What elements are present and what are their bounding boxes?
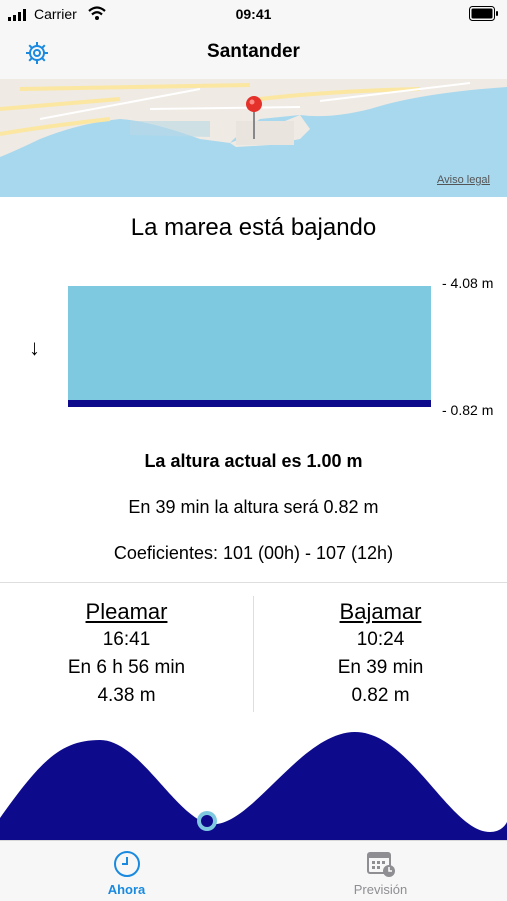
calendar-icon	[366, 852, 395, 877]
tab-ahora-label: Ahora	[107, 882, 146, 897]
tab-ahora[interactable]: Ahora	[0, 850, 253, 897]
page-title: Santander	[207, 41, 300, 62]
max-height-label: - 4.08 m	[442, 275, 494, 291]
tide-wave	[0, 732, 507, 840]
pleamar-remaining: En 6 h 56 min	[67, 657, 186, 678]
bajamar-time: 10:24	[356, 629, 405, 650]
divider	[0, 582, 507, 583]
tab-prevision[interactable]: Previsión	[254, 850, 507, 897]
bajamar-title: Bajamar	[339, 599, 422, 624]
legal-link[interactable]: Aviso legal	[437, 174, 490, 186]
clock-icon	[113, 851, 140, 877]
status-bar: Carrier 09:41	[0, 0, 507, 30]
coefficients-text: Coeficientes: 101 (00h) - 107 (12h)	[113, 543, 394, 563]
next-height-text: En 39 min la altura será 0.82 m	[128, 497, 379, 517]
pleamar-panel: Pleamar 16:41 En 6 h 56 min 4.38 m	[0, 598, 253, 710]
bajamar-height: 0.82 m	[351, 685, 410, 706]
tab-prevision-label: Previsión	[353, 882, 408, 897]
status-time: 09:41	[235, 6, 272, 22]
tide-gauge	[68, 286, 431, 407]
pleamar-title: Pleamar	[85, 599, 168, 624]
current-level-line	[68, 400, 431, 407]
pleamar-time: 16:41	[102, 629, 151, 650]
min-height-label: - 0.82 m	[442, 402, 494, 418]
bajamar-panel: Bajamar 10:24 En 39 min 0.82 m	[254, 598, 507, 710]
current-height-text: La altura actual es 1.00 m	[144, 451, 363, 471]
bajamar-remaining: En 39 min	[337, 657, 424, 678]
tide-status-heading: La marea está bajando	[130, 214, 377, 241]
tide-wave-chart	[0, 732, 507, 840]
battery-icon	[469, 6, 498, 21]
water-level-bar	[68, 286, 431, 406]
pleamar-height: 4.38 m	[97, 685, 156, 706]
map-pin-icon[interactable]	[245, 95, 265, 141]
